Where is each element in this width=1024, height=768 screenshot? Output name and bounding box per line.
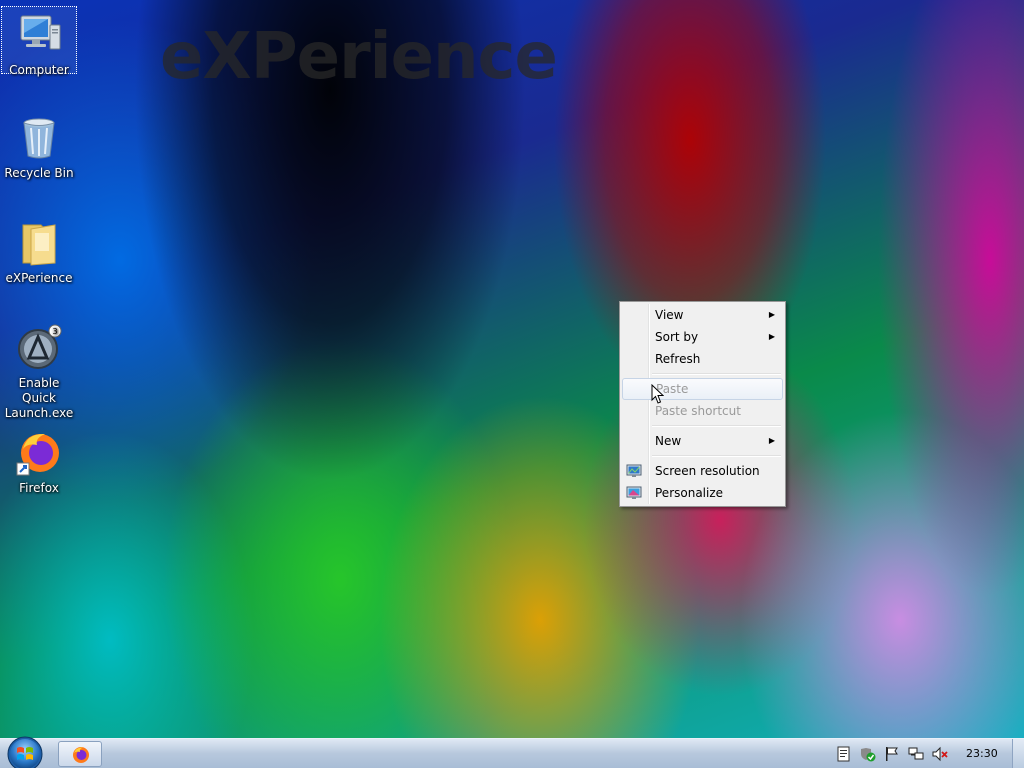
menu-item-label: View (655, 308, 684, 322)
start-button[interactable] (6, 735, 44, 768)
desktop-icon-computer[interactable]: Computer (1, 6, 77, 77)
svg-text:3: 3 (53, 327, 58, 336)
taskbar-button-firefox[interactable] (58, 741, 102, 767)
system-clock[interactable]: 23:30 (966, 747, 998, 760)
firefox-icon (16, 433, 59, 476)
desktop-context-menu: View ▶ Sort by ▶ Refresh Paste Paste sho… (619, 301, 786, 507)
menu-separator (652, 452, 783, 460)
menu-item-paste-shortcut[interactable]: Paste shortcut (622, 400, 783, 422)
menu-item-label: Paste shortcut (655, 404, 741, 418)
autoit-script-icon: 3 (18, 324, 62, 369)
taskbar: 23:30 (0, 735, 1024, 768)
menu-item-label: Sort by (655, 330, 699, 344)
menu-item-view[interactable]: View ▶ (622, 304, 783, 326)
security-shield-icon[interactable] (860, 746, 876, 762)
recycle-bin-icon (23, 118, 55, 159)
submenu-arrow-icon: ▶ (768, 310, 775, 319)
wallpaper-watermark: eXPerience (160, 20, 558, 94)
volume-muted-icon[interactable] (932, 746, 948, 762)
menu-item-personalize[interactable]: Personalize (622, 482, 783, 504)
menu-item-new[interactable]: New ▶ (622, 430, 783, 452)
menu-item-label: Personalize (655, 486, 724, 500)
submenu-arrow-icon: ▶ (768, 436, 775, 445)
action-center-flag-icon[interactable] (884, 746, 900, 762)
screen-resolution-icon (626, 464, 642, 477)
menu-separator (652, 370, 783, 378)
personalize-icon (626, 486, 642, 499)
menu-item-label: New (655, 434, 682, 448)
notification-area: 23:30 (814, 739, 1024, 768)
menu-item-label: Refresh (655, 352, 701, 366)
document-icon[interactable] (836, 746, 852, 762)
firefox-icon (73, 747, 89, 763)
network-icon[interactable] (908, 746, 924, 762)
desktop-icon-label: eXPerience (5, 271, 73, 285)
menu-item-label: Screen resolution (655, 464, 760, 478)
desktop-icon-experience-folder[interactable]: eXPerience (1, 215, 77, 286)
menu-item-refresh[interactable]: Refresh (622, 348, 783, 370)
desktop-icon-recycle-bin[interactable]: Recycle Bin (1, 110, 77, 181)
desktop-icon-label: Recycle Bin (4, 166, 74, 180)
submenu-arrow-icon: ▶ (768, 332, 775, 341)
menu-item-sort-by[interactable]: Sort by ▶ (622, 326, 783, 348)
menu-item-paste[interactable]: Paste (622, 378, 783, 400)
show-desktop-button[interactable] (1012, 739, 1024, 768)
menu-separator (652, 422, 783, 430)
menu-item-screen-resolution[interactable]: Screen resolution (622, 460, 783, 482)
computer-icon (20, 15, 61, 50)
folder-icon (22, 224, 56, 266)
desktop-icon-label: Computer (9, 63, 69, 77)
desktop-icon-label: Firefox (19, 481, 59, 495)
mouse-pointer-icon (651, 384, 664, 404)
desktop[interactable]: eXPerience Computer Recycle Bin eXPerien… (0, 0, 1024, 738)
desktop-icon-enable-quick-launch[interactable]: 3 Enable Quick Launch.exe (1, 320, 77, 421)
desktop-icon-label: Enable Quick Launch.exe (4, 376, 74, 420)
desktop-icon-firefox[interactable]: Firefox (1, 425, 77, 496)
